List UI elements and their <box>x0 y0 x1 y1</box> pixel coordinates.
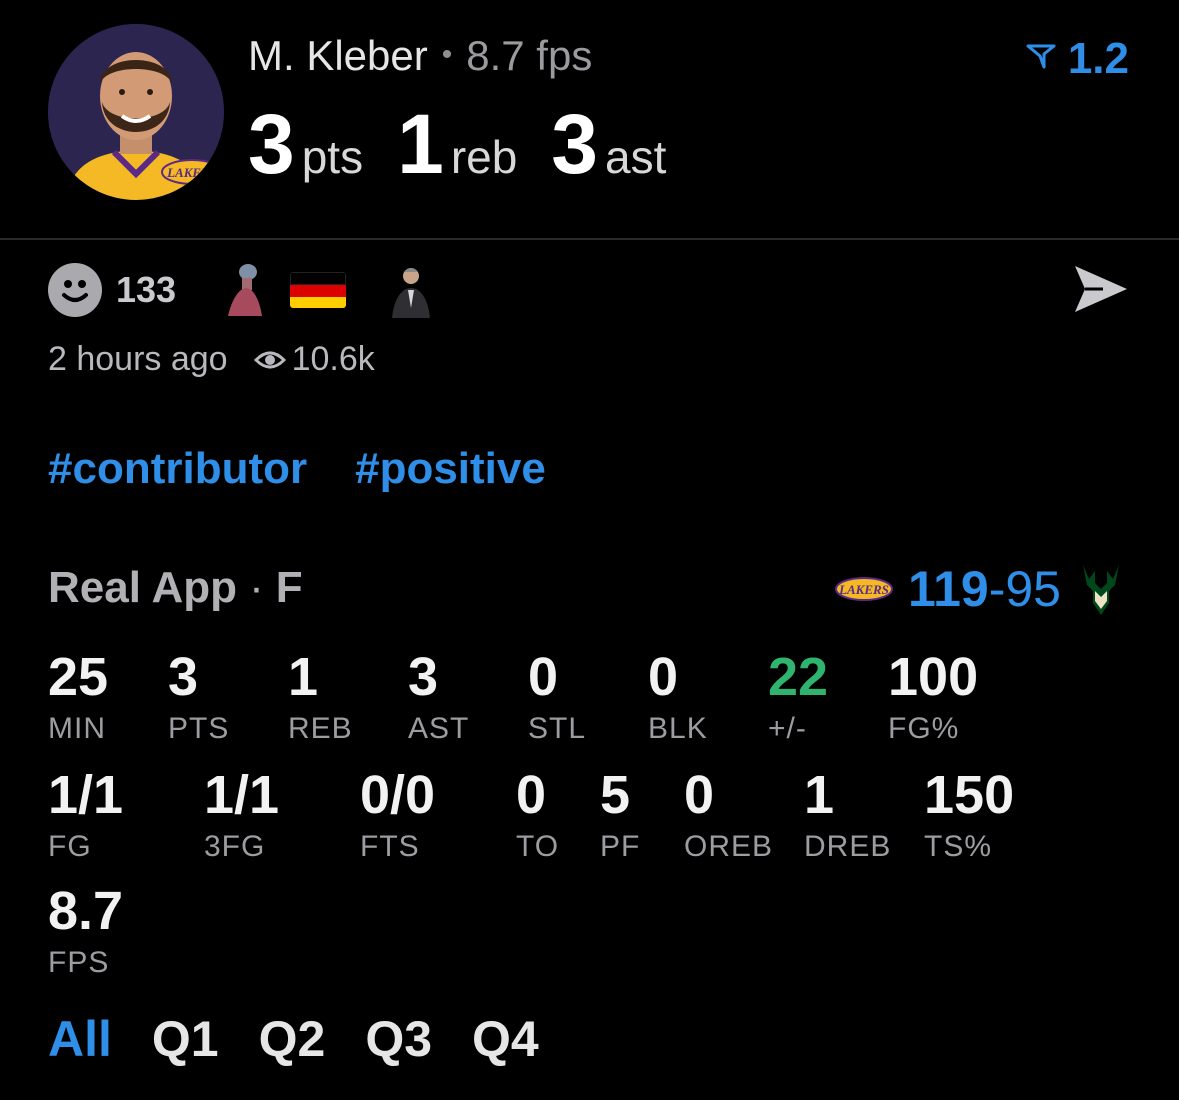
stat-3fg: 1/1 3FG <box>204 765 280 863</box>
player-photo: LAKERS <box>48 24 224 200</box>
svg-text:LAKERS: LAKERS <box>838 582 889 597</box>
tag-list: #contributor #positive <box>48 444 594 494</box>
view-count: 10.6k <box>253 340 375 379</box>
stat-dreb: 1 DREB <box>804 765 892 863</box>
separator-dot: • <box>441 38 453 71</box>
character-emoji-icon[interactable] <box>222 262 266 318</box>
tab-q1[interactable]: Q1 <box>152 1010 219 1068</box>
send-icon <box>1075 266 1127 312</box>
game-source: Real App · F <box>48 563 303 613</box>
tag-contributor[interactable]: #contributor <box>48 444 307 493</box>
post-meta: 2 hours ago 10.6k <box>48 340 375 379</box>
game-score[interactable]: LAKERS 119-95 <box>832 560 1123 618</box>
source-name: Real App <box>48 563 238 612</box>
stat-fg-pct: 100 FG% <box>888 647 979 745</box>
eye-icon <box>253 351 286 368</box>
stat-reb-value: 1 <box>397 97 444 191</box>
post-time: 2 hours ago <box>48 340 228 378</box>
tab-q4[interactable]: Q4 <box>472 1010 539 1068</box>
home-score: 119 <box>908 561 989 617</box>
player-header: M. Kleber • 8.7 fps <box>248 32 592 80</box>
stat-fg: 1/1 FG <box>48 765 124 863</box>
reactions-bar: 133 <box>48 262 436 318</box>
stat-min: 25 MIN <box>48 647 109 745</box>
stat-plus-minus: 22 +/- <box>768 647 829 745</box>
view-count-value: 10.6k <box>291 340 375 378</box>
statline: 3 pts 1 reb 3 ast <box>248 96 700 193</box>
bucks-logo <box>1083 565 1119 615</box>
stat-pts-label: pts <box>301 131 364 183</box>
tab-q2[interactable]: Q2 <box>259 1010 326 1068</box>
stat-pts: 3 PTS <box>168 647 230 745</box>
stat-fps: 8.7 FPS <box>48 881 124 979</box>
share-send-button[interactable] <box>1073 264 1129 319</box>
header-divider <box>0 238 1179 240</box>
player-avatar[interactable]: LAKERS <box>48 24 224 200</box>
stat-reb-label: reb <box>450 131 518 183</box>
player-fps: 8.7 fps <box>466 32 593 79</box>
tab-q3[interactable]: Q3 <box>365 1010 432 1068</box>
rating-badge[interactable]: 1.2 <box>1026 34 1129 84</box>
stat-pts-value: 3 <box>248 97 295 191</box>
rating-value: 1.2 <box>1067 34 1129 83</box>
tag-positive[interactable]: #positive <box>355 444 546 493</box>
rating-arrow-icon <box>1026 44 1056 69</box>
stat-stl: 0 STL <box>528 647 587 745</box>
player-name[interactable]: M. Kleber <box>248 32 428 79</box>
game-status: F <box>275 563 303 612</box>
stat-to: 0 TO <box>516 765 560 863</box>
stat-reb: 1 REB <box>288 647 353 745</box>
away-score: 95 <box>1005 561 1061 617</box>
smile-icon[interactable] <box>48 263 102 317</box>
score-dash: - <box>988 561 1006 617</box>
stat-oreb: 0 OREB <box>684 765 774 863</box>
stat-ast-label: ast <box>605 131 667 183</box>
stat-ts-pct: 150 TS% <box>924 765 1015 863</box>
lakers-logo: LAKERS <box>161 159 223 185</box>
germany-flag-icon[interactable] <box>290 272 347 308</box>
quarter-tabs: All Q1 Q2 Q3 Q4 <box>48 1010 579 1068</box>
stat-pf: 5 PF <box>600 765 641 863</box>
stat-ast-value: 3 <box>551 97 598 191</box>
reaction-count: 133 <box>116 269 177 310</box>
stat-ast: 3 AST <box>408 647 470 745</box>
tab-all[interactable]: All <box>48 1010 112 1068</box>
separator-dot: · <box>249 563 264 612</box>
svg-text:LAKERS: LAKERS <box>166 165 217 180</box>
stat-fts: 0/0 FTS <box>360 765 436 863</box>
lakers-logo: LAKERS <box>835 577 894 601</box>
stat-blk: 0 BLK <box>648 647 708 745</box>
person-emoji-icon[interactable] <box>386 262 436 318</box>
